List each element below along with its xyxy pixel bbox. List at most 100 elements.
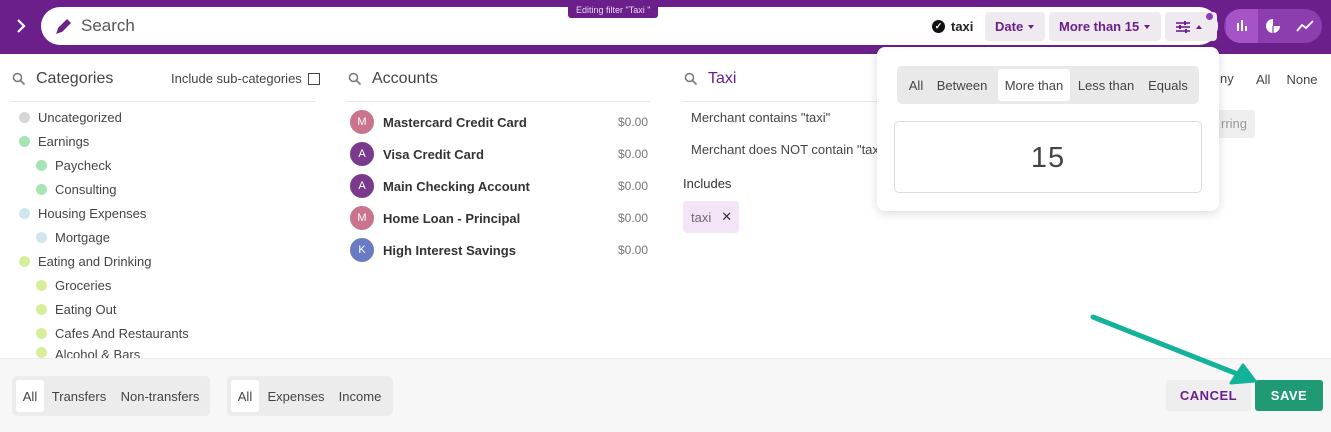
included-merchant-tag: taxi ✕ [683,201,739,233]
category-item[interactable]: Earnings [19,131,89,151]
accounts-header: Accounts [348,68,438,90]
account-avatar: A [350,174,374,198]
rule-merchant-contains[interactable]: Merchant contains "taxi" [691,110,830,125]
account-name: Visa Credit Card [383,146,484,162]
category-color-dot [19,255,30,267]
include-subcategories-toggle[interactable]: Include sub-categories [171,71,320,86]
amount-filter-button[interactable]: More than 15 [1049,12,1161,41]
check-icon: ✓ [932,19,945,33]
category-color-dot [36,231,47,243]
transfer-option-non-transfers[interactable]: Non-transfers [116,380,204,412]
date-filter-label: Date [995,19,1024,34]
account-row[interactable]: K High Interest Savings $0.00 [350,237,648,263]
transfer-option-all[interactable]: All [16,380,44,412]
bar-chart-view-button[interactable] [1226,9,1258,43]
category-label: Earnings [38,133,90,149]
category-label: Eating Out [55,301,117,317]
category-color-dot [36,303,47,315]
divider [683,101,883,102]
type-option-all[interactable]: All [231,380,259,412]
account-name: Main Checking Account [383,178,530,194]
amount-option-more-than[interactable]: More than [998,69,1070,101]
category-item[interactable]: Eating Out [36,299,116,319]
category-label: Housing Expenses [38,205,147,221]
amount-filter-popover: All Between More than Less than Equals 1… [877,47,1219,211]
type-option-expenses[interactable]: Expenses [265,380,327,412]
includes-label: Includes [683,176,732,191]
match-segment: ny All None [1220,67,1318,91]
date-filter-button[interactable]: Date [985,12,1045,41]
filter-chip-taxi[interactable]: ✓ taxi [924,13,979,39]
account-row[interactable]: M Mastercard Credit Card $0.00 [350,109,648,135]
account-amount: $0.00 [617,179,648,193]
account-name: Home Loan - Principal [383,210,521,226]
match-none-option[interactable]: None [1286,72,1317,87]
transfer-option-transfers[interactable]: Transfers [50,380,108,412]
divider [11,101,316,102]
category-item[interactable]: Uncategorized [19,107,122,127]
category-item[interactable]: Cafes And Restaurants [36,323,189,343]
amount-option-less-than[interactable]: Less than [1074,69,1138,101]
caret-down-icon [1144,24,1151,29]
account-amount: $0.00 [617,115,648,129]
pencil-icon [56,19,71,34]
match-all-option[interactable]: All [1256,72,1270,87]
included-merchant-tag-label: taxi [691,209,712,225]
remove-tag-close-icon[interactable]: ✕ [721,209,732,225]
line-chart-icon [1296,20,1314,32]
category-item[interactable]: Consulting [36,179,116,199]
account-name: High Interest Savings [383,242,516,258]
category-item[interactable]: Paycheck [36,155,111,175]
category-item[interactable]: Groceries [36,275,111,295]
merchant-search-value[interactable]: Taxi [708,70,736,88]
line-chart-view-button[interactable] [1289,9,1321,43]
search-icon [684,72,698,86]
category-color-dot [36,347,47,358]
amount-value-input[interactable]: 15 [894,121,1202,193]
categories-header: Categories [12,68,113,90]
bar-chart-icon [1237,20,1247,31]
top-bar: Editing filter "Taxi " ✓ taxi Date More … [0,0,1331,54]
category-label: Paycheck [55,157,112,173]
category-color-dot [19,135,30,147]
category-item[interactable]: Eating and Drinking [19,251,151,271]
amount-filter-label: More than 15 [1059,19,1140,34]
category-item[interactable]: Mortgage [36,227,110,247]
expand-sidebar-chevron-icon[interactable] [8,13,34,39]
categories-title: Categories [36,70,114,87]
category-item[interactable]: Housing Expenses [19,203,146,223]
search-input[interactable] [81,13,481,39]
category-label: Cafes And Restaurants [55,325,189,341]
editing-filter-tooltip: Editing filter "Taxi " [568,2,659,18]
amount-option-between[interactable]: Between [934,69,990,101]
account-row[interactable]: A Main Checking Account $0.00 [350,173,648,199]
divider [347,101,650,102]
amount-option-all[interactable]: All [903,69,929,101]
rule-merchant-not-contains[interactable]: Merchant does NOT contain "taxi" [691,142,886,157]
type-option-income[interactable]: Income [333,380,387,412]
account-amount: $0.00 [617,243,648,257]
active-filter-dot [1206,13,1213,20]
amount-option-equals[interactable]: Equals [1143,69,1193,101]
account-row[interactable]: A Visa Credit Card $0.00 [350,141,648,167]
view-switcher [1224,9,1322,43]
category-color-dot [36,159,47,171]
category-color-dot [36,183,47,195]
pie-chart-view-button[interactable] [1257,9,1289,43]
filter-chip-label: taxi [951,18,974,34]
save-button[interactable]: SAVE [1255,380,1323,411]
sliders-icon [1176,20,1190,33]
account-name: Mastercard Credit Card [383,114,527,130]
account-amount: $0.00 [617,211,648,225]
category-color-dot [36,327,47,339]
search-icon [348,72,362,86]
match-any-option[interactable]: ny [1220,68,1240,90]
account-avatar: M [350,206,374,230]
account-row[interactable]: M Home Loan - Principal $0.00 [350,205,648,231]
category-label: Eating and Drinking [38,253,152,269]
account-amount: $0.00 [617,147,648,161]
caret-down-icon [1028,24,1035,29]
account-avatar: K [350,238,374,262]
include-subcategories-checkbox[interactable] [307,72,320,85]
category-color-dot [36,279,47,291]
